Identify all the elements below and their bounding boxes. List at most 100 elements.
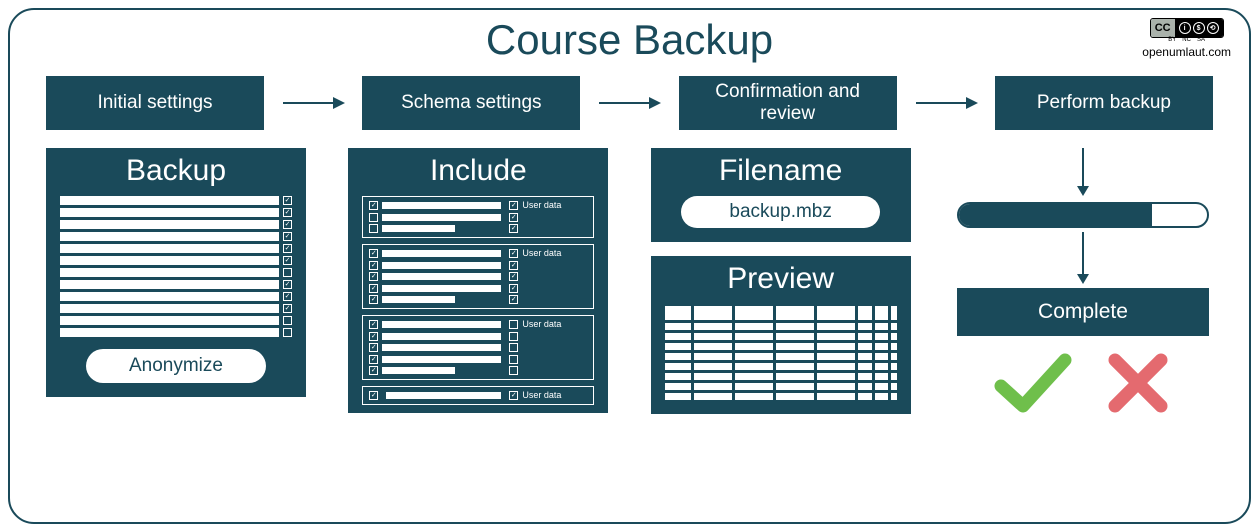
filename-input[interactable]: backup.mbz: [681, 196, 881, 228]
user-data-label: User data: [522, 320, 561, 329]
include-section: ✓ ✓ ✓ ✓ ✓ User data: [362, 315, 594, 380]
checkbox-icon[interactable]: ✓: [509, 295, 518, 304]
backup-panel: Backup ✓ ✓ ✓ ✓ ✓ ✓ ✓ ✓ ✓ Anonymize: [46, 148, 306, 397]
preview-row: [665, 333, 897, 340]
checkbox-icon[interactable]: [369, 213, 378, 222]
include-heading: Include: [362, 154, 594, 188]
checkbox-icon[interactable]: ✓: [283, 304, 292, 313]
backup-option-row: ✓: [60, 220, 292, 229]
checkbox-icon[interactable]: ✓: [369, 332, 378, 341]
user-data-label: User data: [522, 249, 561, 258]
checkbox-icon[interactable]: [509, 355, 518, 364]
checkbox-icon[interactable]: ✓: [283, 244, 292, 253]
checkbox-icon[interactable]: ✓: [369, 201, 378, 210]
complete-box: Complete: [957, 288, 1209, 336]
backup-option-row: [60, 268, 292, 277]
checkbox-icon[interactable]: [509, 320, 518, 329]
progress-bar: [957, 202, 1209, 228]
backup-option-row: [60, 316, 292, 325]
cc-license-badge: CC i$⟲: [1150, 18, 1224, 38]
checkbox-icon[interactable]: ✓: [369, 366, 378, 375]
filename-panel: Filename backup.mbz: [651, 148, 911, 242]
preview-row: [665, 393, 897, 400]
preview-row: [665, 373, 897, 380]
checkbox-icon[interactable]: [283, 328, 292, 337]
cc-symbol-icon: $: [1193, 22, 1205, 34]
attribution-block: CC i$⟲ BYNCSA openumlaut.com: [1142, 18, 1231, 59]
cross-icon: [1103, 350, 1173, 416]
backup-heading: Backup: [60, 154, 292, 188]
checkbox-icon[interactable]: ✓: [369, 272, 378, 281]
checkbox-icon[interactable]: [509, 332, 518, 341]
anonymize-button[interactable]: Anonymize: [86, 349, 267, 383]
step-confirmation-review: Confirmation and review: [679, 76, 897, 130]
backup-option-row: [60, 328, 292, 337]
backup-option-row: ✓: [60, 292, 292, 301]
backup-option-row: ✓: [60, 244, 292, 253]
checkbox-icon[interactable]: ✓: [509, 249, 518, 258]
preview-row: [665, 353, 897, 360]
arrow-right-icon: [914, 93, 978, 113]
filename-heading: Filename: [665, 154, 897, 188]
checkbox-icon[interactable]: ✓: [509, 213, 518, 222]
progress-fill: [959, 204, 1152, 226]
checkbox-icon[interactable]: ✓: [283, 196, 292, 205]
preview-panel: Preview: [651, 256, 911, 414]
checkbox-icon[interactable]: ✓: [509, 261, 518, 270]
preview-row: [665, 323, 897, 330]
checkbox-icon[interactable]: ✓: [509, 224, 518, 233]
include-section: ✓ ✓ ✓ ✓ ✓ ✓ User data ✓ ✓ ✓ ✓: [362, 244, 594, 309]
checkbox-icon[interactable]: ✓: [283, 292, 292, 301]
checkbox-icon[interactable]: [509, 366, 518, 375]
checkbox-icon[interactable]: ✓: [369, 295, 378, 304]
checkbox-icon[interactable]: ✓: [283, 256, 292, 265]
include-panel: Include ✓✓User data✓✓✓✓✓✓✓✓User data✓✓✓✓…: [348, 148, 608, 413]
checkbox-icon[interactable]: ✓: [369, 391, 378, 400]
checkbox-icon[interactable]: [369, 224, 378, 233]
checkbox-icon[interactable]: ✓: [369, 261, 378, 270]
checkbox-icon[interactable]: [509, 343, 518, 352]
arrow-down-icon: [1073, 228, 1093, 284]
preview-heading: Preview: [665, 262, 897, 296]
checkbox-icon[interactable]: ✓: [509, 284, 518, 293]
checkbox-icon[interactable]: ✓: [369, 355, 378, 364]
checkbox-icon[interactable]: ✓: [509, 272, 518, 281]
checkbox-icon[interactable]: [283, 268, 292, 277]
checkbox-icon[interactable]: ✓: [369, 320, 378, 329]
arrow-down-icon: [1073, 148, 1093, 196]
preview-row: [665, 363, 897, 370]
checkbox-icon[interactable]: ✓: [369, 343, 378, 352]
backup-option-row: ✓: [60, 304, 292, 313]
checkmark-icon: [993, 350, 1073, 416]
backup-option-row: ✓: [60, 232, 292, 241]
include-section: ✓ ✓ User data: [362, 386, 594, 405]
checkbox-icon[interactable]: ✓: [283, 280, 292, 289]
include-section: ✓ ✓ User data ✓ ✓: [362, 196, 594, 238]
page-title: Course Backup: [40, 16, 1219, 64]
user-data-label: User data: [522, 201, 561, 210]
checkbox-icon[interactable]: ✓: [283, 208, 292, 217]
preview-row: [665, 306, 897, 320]
workflow-steps: Initial settings Schema settings Confirm…: [40, 76, 1219, 130]
checkbox-icon[interactable]: ✓: [509, 391, 518, 400]
arrow-right-icon: [281, 93, 345, 113]
backup-option-row: ✓: [60, 256, 292, 265]
backup-option-row: ✓: [60, 280, 292, 289]
step-perform-backup: Perform backup: [995, 76, 1213, 130]
checkbox-icon[interactable]: ✓: [283, 232, 292, 241]
attribution-site: openumlaut.com: [1142, 45, 1231, 59]
user-data-label: User data: [522, 391, 561, 400]
cc-symbol-icon: i: [1179, 22, 1191, 34]
cc-symbol-icon: ⟲: [1207, 22, 1219, 34]
checkbox-icon[interactable]: [283, 316, 292, 325]
checkbox-icon[interactable]: ✓: [509, 201, 518, 210]
arrow-right-icon: [597, 93, 661, 113]
checkbox-icon[interactable]: ✓: [283, 220, 292, 229]
backup-option-row: ✓: [60, 208, 292, 217]
diagram-frame: CC i$⟲ BYNCSA openumlaut.com Course Back…: [8, 8, 1251, 524]
checkbox-icon[interactable]: ✓: [369, 249, 378, 258]
step-initial-settings: Initial settings: [46, 76, 264, 130]
preview-row: [665, 343, 897, 350]
checkbox-icon[interactable]: ✓: [369, 284, 378, 293]
cc-logo: CC: [1151, 19, 1175, 37]
